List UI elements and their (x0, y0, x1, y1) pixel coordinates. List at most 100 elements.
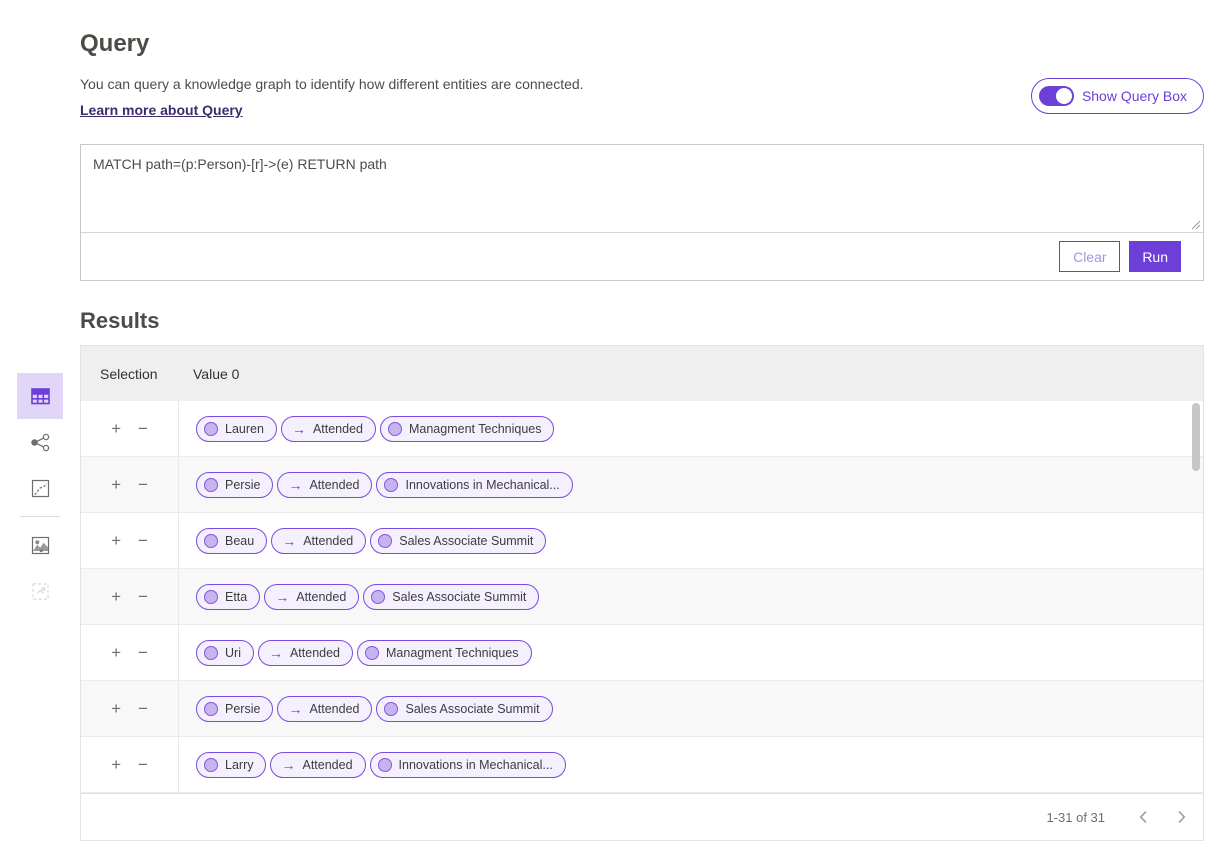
entity-chip-event[interactable]: Innovations in Mechanical... (376, 472, 572, 498)
results-table-header: Selection Value 0 (81, 346, 1203, 401)
add-to-selection-button[interactable]: + (111, 756, 121, 773)
remove-from-selection-button[interactable]: − (138, 756, 148, 773)
add-to-selection-button[interactable]: + (111, 420, 121, 437)
show-query-box-toggle[interactable]: Show Query Box (1031, 78, 1204, 114)
value-cell: Lauren → Attended Managment Techniques (179, 401, 554, 456)
results-table-body: + − Lauren → Attended Managment Techniqu… (81, 401, 1203, 793)
add-to-selection-button[interactable]: + (111, 588, 121, 605)
remove-from-selection-button[interactable]: − (138, 700, 148, 717)
entity-node-icon (204, 702, 218, 716)
entity-chip-label: Sales Associate Summit (392, 590, 526, 604)
relationship-chip-label: Attended (309, 478, 359, 492)
remove-from-selection-button[interactable]: − (138, 476, 148, 493)
remove-from-selection-button[interactable]: − (138, 588, 148, 605)
arrow-right-icon: → (292, 422, 306, 436)
entity-node-icon (371, 590, 385, 604)
table-row: + − Etta → Attended Sales Associate Summ… (81, 569, 1203, 625)
entity-chip-label: Managment Techniques (386, 646, 519, 660)
add-to-map-button[interactable] (17, 522, 63, 568)
remove-from-selection-button[interactable]: − (138, 420, 148, 437)
remove-from-selection-button[interactable]: − (138, 644, 148, 661)
add-to-selection-button[interactable]: + (111, 476, 121, 493)
relationship-chip[interactable]: → Attended (281, 416, 376, 442)
relationship-chip[interactable]: → Attended (270, 752, 365, 778)
relationship-chip-label: Attended (309, 702, 359, 716)
remove-from-selection-button[interactable]: − (138, 532, 148, 549)
entity-chip-label: Beau (225, 534, 254, 548)
arrow-right-icon: → (281, 758, 295, 772)
selection-cell: + − (81, 737, 179, 792)
entity-chip-event[interactable]: Sales Associate Summit (363, 584, 539, 610)
relationship-chip[interactable]: → Attended (264, 584, 359, 610)
toggle-label: Show Query Box (1082, 88, 1187, 104)
value-cell: Larry → Attended Innovations in Mechanic… (179, 737, 566, 792)
learn-more-link[interactable]: Learn more about Query (80, 102, 243, 118)
relationship-chip[interactable]: → Attended (277, 472, 372, 498)
pagination-next-button[interactable] (1169, 805, 1193, 829)
toggle-switch-icon[interactable] (1039, 86, 1074, 106)
relationship-chip[interactable]: → Attended (277, 696, 372, 722)
entity-chip-person[interactable]: Etta (196, 584, 260, 610)
entity-node-icon (204, 478, 218, 492)
value-cell: Persie → Attended Sales Associate Summit (179, 681, 553, 736)
link-chart-view-button[interactable] (17, 419, 63, 465)
entity-node-icon (388, 422, 402, 436)
entity-chip-label: Sales Associate Summit (405, 702, 539, 716)
selection-cell: + − (81, 401, 179, 456)
toggle-knob (1056, 88, 1072, 104)
table-row: + − Lauren → Attended Managment Techniqu… (81, 401, 1203, 457)
entity-chip-person[interactable]: Persie (196, 472, 273, 498)
relationship-chip-label: Attended (313, 422, 363, 436)
vertical-scrollbar-thumb[interactable] (1192, 403, 1200, 471)
clear-button[interactable]: Clear (1059, 241, 1120, 272)
query-input[interactable]: MATCH path=(p:Person)-[r]->(e) RETURN pa… (81, 145, 1203, 232)
entity-chip-event[interactable]: Managment Techniques (380, 416, 555, 442)
entity-chip-person[interactable]: Uri (196, 640, 254, 666)
selection-cell: + − (81, 513, 179, 568)
resize-handle-icon[interactable] (1191, 220, 1201, 230)
query-input-wrap: MATCH path=(p:Person)-[r]->(e) RETURN pa… (81, 145, 1203, 233)
entity-chip-label: Innovations in Mechanical... (405, 478, 559, 492)
entity-chip-event[interactable]: Sales Associate Summit (370, 528, 546, 554)
new-link-chart-disabled-icon (29, 580, 52, 603)
entity-chip-person[interactable]: Lauren (196, 416, 277, 442)
results-view-sidebar (17, 373, 63, 614)
add-to-selection-button[interactable]: + (111, 700, 121, 717)
entity-chip-label: Persie (225, 478, 260, 492)
entity-node-icon (378, 534, 392, 548)
entity-chip-event[interactable]: Managment Techniques (357, 640, 532, 666)
run-button[interactable]: Run (1129, 241, 1181, 272)
entity-chip-person[interactable]: Beau (196, 528, 267, 554)
add-to-map-icon (29, 534, 52, 557)
add-to-selection-button[interactable]: + (111, 532, 121, 549)
query-actions: Clear Run (81, 233, 1203, 280)
relationship-chip-label: Attended (290, 646, 340, 660)
entity-chip-event[interactable]: Innovations in Mechanical... (370, 752, 566, 778)
table-row: + − Larry → Attended Innovations in Mech… (81, 737, 1203, 793)
entity-chip-person[interactable]: Persie (196, 696, 273, 722)
pagination-range: 1-31 of 31 (1046, 810, 1105, 825)
map-view-button[interactable] (17, 465, 63, 511)
entity-chip-label: Larry (225, 758, 253, 772)
entity-node-icon (204, 646, 218, 660)
add-to-selection-button[interactable]: + (111, 644, 121, 661)
relationship-chip-label: Attended (303, 534, 353, 548)
results-table: Selection Value 0 + − Lauren → Attended … (80, 345, 1204, 841)
table-view-button[interactable] (17, 373, 63, 419)
entity-chip-event[interactable]: Sales Associate Summit (376, 696, 552, 722)
relationship-chip[interactable]: → Attended (271, 528, 366, 554)
relationship-chip[interactable]: → Attended (258, 640, 353, 666)
entity-chip-person[interactable]: Larry (196, 752, 266, 778)
results-title: Results (80, 308, 1204, 334)
sidebar-divider (20, 516, 60, 517)
pagination-prev-button[interactable] (1131, 805, 1155, 829)
arrow-right-icon: → (288, 478, 302, 492)
page-title: Query (80, 30, 1204, 58)
relationship-chip-label: Attended (302, 758, 352, 772)
table-row: + − Uri → Attended Managment Techniques (81, 625, 1203, 681)
link-chart-view-icon (29, 431, 52, 454)
value-cell: Uri → Attended Managment Techniques (179, 625, 532, 680)
selection-cell: + − (81, 569, 179, 624)
column-header-selection: Selection (81, 366, 179, 382)
chevron-right-icon (1177, 810, 1186, 824)
